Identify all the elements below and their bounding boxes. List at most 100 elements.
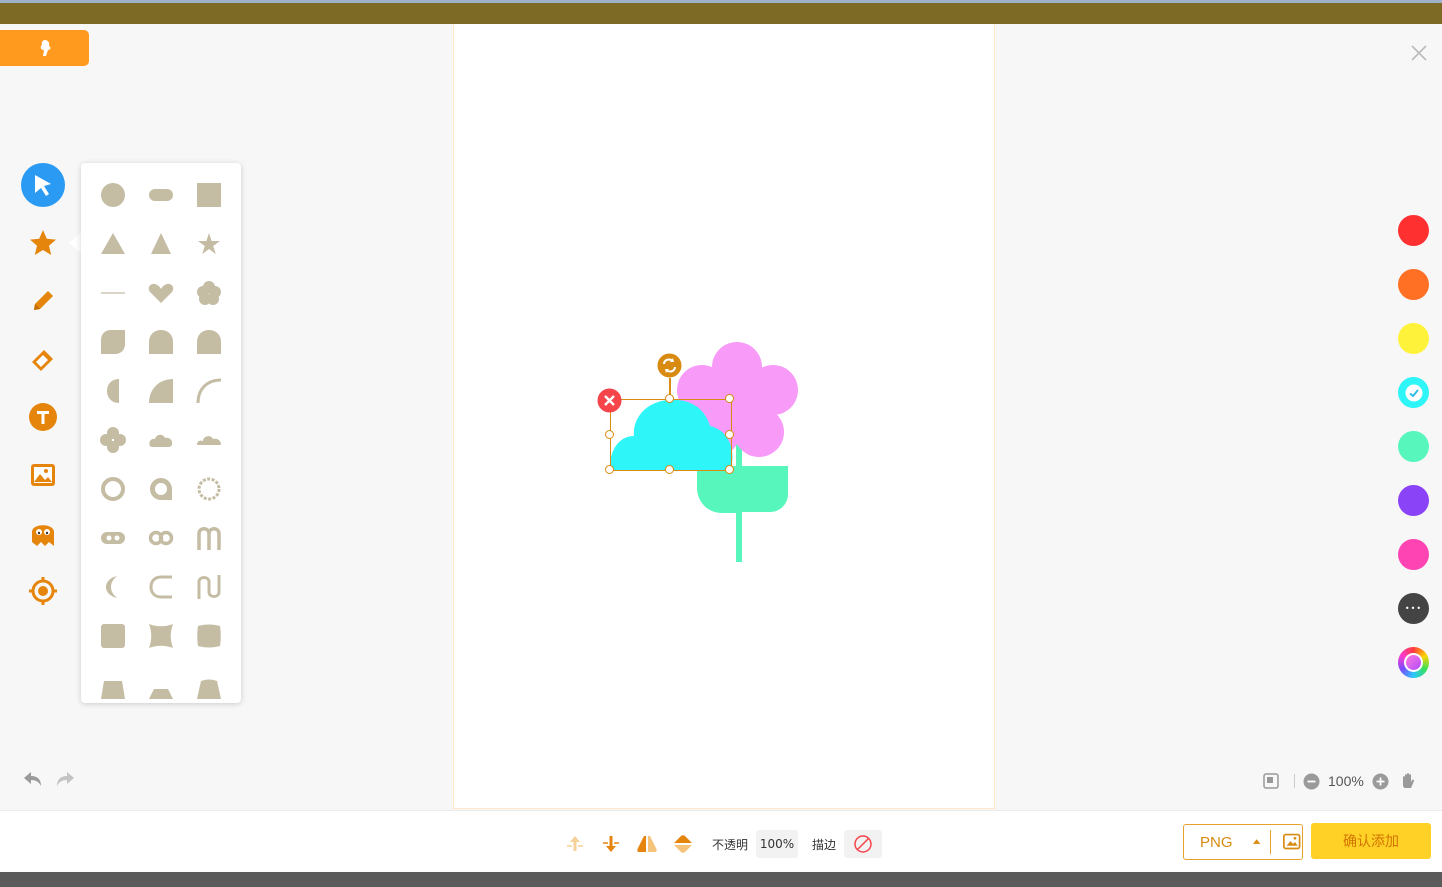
resize-handle-r[interactable] xyxy=(725,430,734,439)
arc-shape-icon xyxy=(196,378,222,404)
cross-shape-icon xyxy=(100,427,126,453)
rounded-top-shape-icon xyxy=(149,330,173,354)
cloud-shape-icon xyxy=(149,434,173,447)
rotate-icon[interactable] xyxy=(657,353,682,378)
flip-horizontal-icon xyxy=(637,836,657,852)
leaf-shape-icon xyxy=(101,330,125,354)
format-select[interactable]: PNG xyxy=(1183,824,1303,860)
color-swatch[interactable] xyxy=(1398,539,1429,570)
shape-palette xyxy=(81,163,241,703)
drawing-canvas[interactable] xyxy=(453,24,995,809)
shape-ring[interactable] xyxy=(95,471,131,507)
opacity-input[interactable]: 100% xyxy=(756,830,799,858)
shape-s-curve[interactable] xyxy=(191,569,227,605)
star-icon xyxy=(198,233,220,254)
color-swatch[interactable] xyxy=(1398,431,1429,462)
flip-horizontal-button[interactable] xyxy=(634,830,660,858)
pencil-tool-button[interactable] xyxy=(23,281,63,321)
zoom-out-icon[interactable] xyxy=(1303,773,1320,790)
color-swatch[interactable] xyxy=(1398,269,1429,300)
text-tool-button[interactable] xyxy=(23,397,63,437)
stroke-toggle[interactable] xyxy=(844,830,883,858)
target-tool-button[interactable] xyxy=(23,571,63,611)
shape-triangle[interactable] xyxy=(95,226,131,262)
resize-handle-tr[interactable] xyxy=(725,394,734,403)
resize-handle-b[interactable] xyxy=(665,465,674,474)
text-tool-icon xyxy=(29,403,57,431)
color-swatch[interactable]: ••• xyxy=(1398,593,1429,624)
resize-handle-t[interactable] xyxy=(665,394,674,403)
redo-icon[interactable] xyxy=(54,768,76,790)
shape-half-moon[interactable] xyxy=(95,373,131,409)
close-icon[interactable] xyxy=(1408,42,1430,64)
resize-handle-br[interactable] xyxy=(725,465,734,474)
palette-pointer xyxy=(69,233,81,253)
shape-triangle-narrow[interactable] xyxy=(143,226,179,262)
zoom-in-icon[interactable] xyxy=(1372,773,1389,790)
resize-handle-bl[interactable] xyxy=(605,465,614,474)
shape-infinity[interactable] xyxy=(143,520,179,556)
shape-star[interactable] xyxy=(191,226,227,262)
crescent-shape-icon xyxy=(106,576,117,598)
shape-trapezoid-rounded[interactable] xyxy=(191,667,227,703)
delete-icon[interactable] xyxy=(597,388,622,413)
shape-crescent[interactable] xyxy=(95,569,131,605)
circle-shape-icon xyxy=(101,183,125,207)
undo-icon[interactable] xyxy=(22,768,44,790)
shape-rounded-square[interactable] xyxy=(95,618,131,654)
shape-concave-square[interactable] xyxy=(143,618,179,654)
send-backward-button[interactable] xyxy=(598,830,624,858)
resize-handle-l[interactable] xyxy=(605,430,614,439)
color-swatch[interactable] xyxy=(1398,323,1429,354)
select-tool-button[interactable] xyxy=(21,163,65,207)
shape-trapezoid[interactable] xyxy=(95,667,131,703)
triangle-narrow-shape-icon xyxy=(151,233,171,254)
shape-c[interactable] xyxy=(143,569,179,605)
bring-forward-button[interactable] xyxy=(562,830,588,858)
shape-rounded-rect[interactable] xyxy=(143,177,179,213)
shape-quarter-circle[interactable] xyxy=(143,373,179,409)
pencil-icon xyxy=(34,291,53,310)
shape-leaf[interactable] xyxy=(95,324,131,360)
triangle-shape-icon xyxy=(101,233,125,254)
eraser-tool-button[interactable] xyxy=(23,339,63,379)
color-swatch[interactable] xyxy=(1398,647,1429,678)
selection-box[interactable] xyxy=(610,399,732,471)
shape-rounded-top[interactable] xyxy=(143,324,179,360)
save-image-icon[interactable] xyxy=(1282,831,1302,853)
shape-heart[interactable] xyxy=(143,275,179,311)
shape-flower[interactable] xyxy=(191,275,227,311)
shape-arc[interactable] xyxy=(191,373,227,409)
ring-shape-icon xyxy=(101,477,125,501)
shape-square[interactable] xyxy=(191,177,227,213)
shape-barrel[interactable] xyxy=(191,618,227,654)
shape-speech-ring[interactable] xyxy=(143,471,179,507)
shape-m[interactable] xyxy=(191,520,227,556)
sticker-tool-button[interactable] xyxy=(23,513,63,553)
shape-pill-dots[interactable] xyxy=(95,520,131,556)
shape-tool-button[interactable] xyxy=(23,223,63,263)
shape-cloud-flat[interactable] xyxy=(191,422,227,458)
caret-up-icon xyxy=(1253,839,1261,844)
shape-circle[interactable] xyxy=(95,177,131,213)
color-swatch[interactable] xyxy=(1398,485,1429,516)
shape-arch[interactable] xyxy=(191,324,227,360)
minimap-icon[interactable] xyxy=(1262,772,1280,790)
shape-dotted-ring[interactable] xyxy=(191,471,227,507)
hand-pan-icon[interactable] xyxy=(1399,772,1417,790)
shape-cloud[interactable] xyxy=(143,422,179,458)
barrel-shape-icon xyxy=(197,624,221,648)
image-tool-button[interactable] xyxy=(23,455,63,495)
dotted-ring-shape-icon xyxy=(197,477,221,501)
c-shape-icon xyxy=(149,575,172,599)
flip-vertical-button[interactable] xyxy=(670,830,696,858)
shape-trapezoid-low[interactable] xyxy=(143,667,179,703)
shape-line[interactable] xyxy=(95,275,131,311)
no-stroke-icon xyxy=(854,835,872,853)
color-swatch[interactable] xyxy=(1398,215,1429,246)
color-swatch[interactable] xyxy=(1398,377,1429,408)
confirm-add-button[interactable]: 确认添加 xyxy=(1311,823,1431,859)
zoom-controls: 100% xyxy=(1262,770,1417,792)
shape-cross[interactable] xyxy=(95,422,131,458)
app-logo-button[interactable] xyxy=(0,30,89,66)
